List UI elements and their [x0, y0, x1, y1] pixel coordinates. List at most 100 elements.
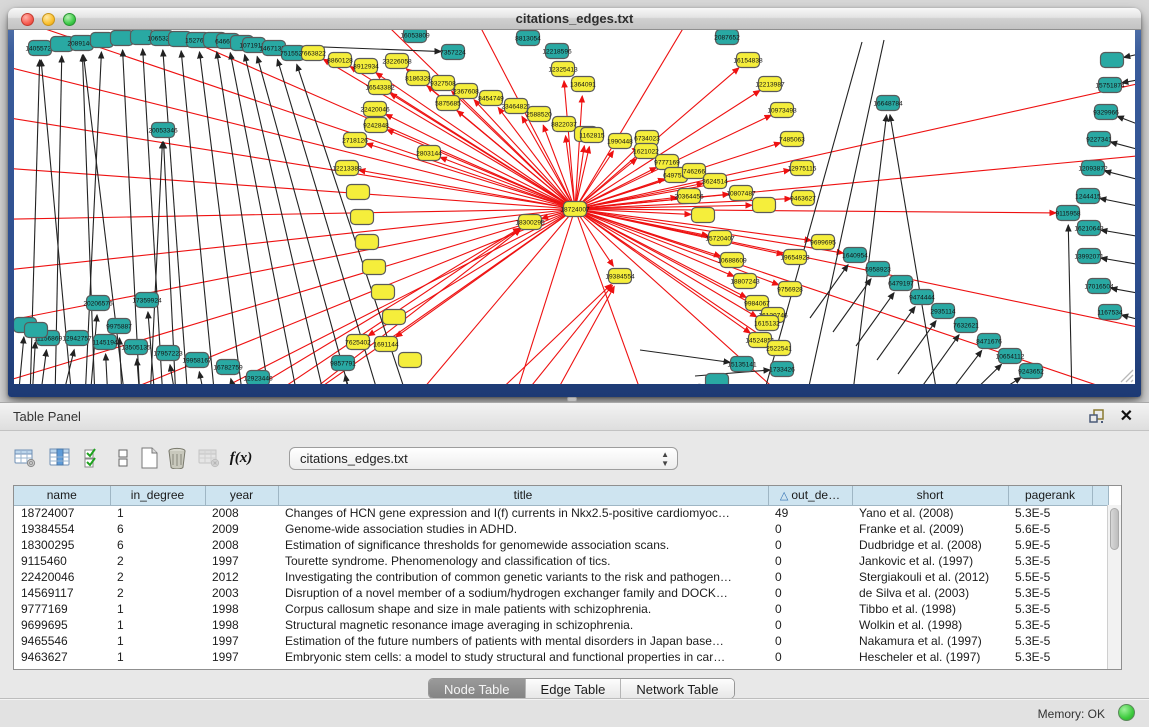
graph-edge[interactable] [986, 378, 1021, 384]
graph-edge[interactable] [552, 287, 614, 384]
graph-node[interactable]: 2803144 [416, 146, 442, 161]
graph-edge[interactable] [32, 342, 35, 384]
graph-edge[interactable] [1111, 142, 1135, 152]
graph-node[interactable]: 746266 [683, 164, 706, 179]
graph-edge[interactable] [944, 351, 982, 384]
table-row[interactable]: 1830029562008Estimation of significance … [14, 537, 1108, 553]
column-header-short[interactable]: short [852, 486, 1008, 505]
table-row[interactable]: 1872400712008Changes of HCN gene express… [14, 505, 1108, 521]
window-titlebar[interactable]: citations_edges.txt [8, 8, 1141, 30]
graph-node[interactable]: 17016504 [1084, 279, 1114, 294]
graph-node[interactable]: 9243652 [1018, 364, 1044, 379]
graph-edge[interactable] [575, 209, 660, 384]
graph-node[interactable] [399, 353, 422, 368]
graph-node[interactable]: 7625402 [345, 335, 371, 350]
graph-node[interactable]: 19654923 [780, 250, 810, 265]
graph-edge[interactable] [833, 279, 871, 332]
vertical-scrollbar[interactable] [1107, 505, 1121, 669]
graph-node[interactable]: 19384554 [605, 269, 635, 284]
graph-node[interactable]: 16648784 [873, 96, 903, 111]
graph-node[interactable]: 20364456 [674, 189, 704, 204]
graph-node[interactable]: 12923446 [243, 371, 273, 385]
graph-node[interactable]: 20053346 [148, 123, 178, 138]
graph-node[interactable] [363, 260, 386, 275]
graph-node[interactable]: 10973493 [767, 103, 797, 118]
graph-node[interactable]: 1733426 [769, 362, 795, 377]
graph-node[interactable] [383, 310, 406, 325]
graph-node[interactable]: 16210643 [1074, 221, 1104, 236]
graph-edge[interactable] [1068, 225, 1072, 384]
tab-edge-table[interactable]: Edge Table [525, 679, 621, 698]
graph-node[interactable]: 9463627 [790, 191, 816, 206]
graph-node[interactable]: 8471676 [976, 334, 1002, 349]
graph-node[interactable]: 23226058 [382, 54, 412, 69]
panel-drag-handle[interactable] [567, 397, 577, 402]
graph-node[interactable] [1101, 53, 1124, 68]
graph-node[interactable]: 9242848 [363, 118, 389, 133]
graph-node[interactable]: 1640954 [842, 248, 868, 263]
column-header-pagerank[interactable]: pagerank [1008, 486, 1092, 505]
graph-node[interactable]: 1145194 [92, 335, 118, 350]
graph-edge[interactable] [965, 364, 1001, 384]
graph-node[interactable]: 22420046 [360, 102, 390, 117]
graph-edge[interactable] [1101, 230, 1135, 238]
graph-edge[interactable] [1101, 258, 1135, 266]
graph-node[interactable]: 9699695 [810, 235, 836, 250]
table-row[interactable]: 1938455462009Genome-wide association stu… [14, 521, 1108, 537]
graph-edge[interactable] [199, 372, 205, 384]
graph-node[interactable]: 1691144 [373, 337, 399, 352]
graph-edge[interactable] [877, 307, 915, 360]
graph-edge[interactable] [890, 115, 938, 384]
graph-node[interactable] [356, 235, 379, 250]
graph-node[interactable]: 13992071 [1074, 249, 1104, 264]
graph-node[interactable]: 1244415 [1075, 189, 1101, 204]
delete-table-icon[interactable] [164, 445, 190, 471]
graph-node[interactable]: 12213389 [332, 161, 362, 176]
row-height-icon[interactable] [110, 445, 136, 471]
graph-node[interactable]: 1364091 [570, 77, 596, 92]
column-header-year[interactable]: year [205, 486, 278, 505]
graph-node[interactable]: 7485063 [779, 132, 805, 147]
graph-node[interactable]: 15751874 [1095, 78, 1125, 93]
graph-node[interactable]: 7663822 [300, 46, 326, 61]
graph-node[interactable]: 16154838 [733, 53, 763, 68]
graph-node[interactable]: 8454749 [478, 91, 504, 106]
graph-edge[interactable] [1124, 52, 1135, 57]
graph-node[interactable]: 9329966 [1093, 105, 1119, 120]
graph-node[interactable]: 12325413 [548, 62, 578, 77]
graph-node[interactable]: 19958167 [182, 353, 212, 368]
graph-node[interactable]: 15720407 [705, 231, 735, 246]
tab-network-table[interactable]: Network Table [620, 679, 733, 698]
table-row[interactable]: 969969511998Structural magnetic resonanc… [14, 617, 1108, 633]
close-panel-icon[interactable]: ✕ [1120, 406, 1133, 426]
graph-edge[interactable] [575, 209, 1135, 340]
graph-node[interactable] [372, 285, 395, 300]
graph-node[interactable]: 10654112 [996, 349, 1025, 364]
row-selection-icon[interactable] [80, 445, 106, 471]
graph-edge[interactable] [1122, 315, 1135, 322]
graph-node[interactable]: 18807243 [730, 274, 760, 289]
tab-node-table[interactable]: Node Table [429, 679, 525, 698]
graph-node[interactable]: 12093872 [1078, 161, 1108, 176]
graph-node[interactable]: 5958923 [865, 262, 891, 277]
resize-grip-icon[interactable] [1118, 367, 1134, 383]
graph-node[interactable]: 12218596 [542, 44, 572, 59]
table-row[interactable]: 946362711997Embryonic stem cells: a mode… [14, 649, 1108, 665]
graph-node[interactable]: 2935114 [930, 304, 956, 319]
table-settings-icon[interactable] [12, 445, 38, 471]
graph-node[interactable] [692, 208, 715, 223]
graph-node[interactable]: 6479197 [888, 276, 914, 291]
graph-node[interactable]: 9474444 [909, 290, 935, 305]
graph-node[interactable]: 7357224 [440, 45, 466, 60]
graph-node[interactable] [753, 198, 776, 213]
table-row[interactable]: 946554611997Estimation of the future num… [14, 633, 1108, 649]
graph-edge[interactable] [806, 40, 884, 384]
graph-edge[interactable] [386, 114, 575, 209]
graph-node[interactable]: 1162815 [579, 128, 605, 143]
graph-edge[interactable] [1111, 288, 1135, 295]
graph-edge[interactable] [898, 321, 936, 374]
table-row[interactable]: 2242004622012Investigating the contribut… [14, 569, 1108, 585]
graph-node[interactable] [25, 323, 48, 338]
graph-edge[interactable] [14, 209, 575, 275]
graph-node[interactable]: 9227341 [1086, 132, 1112, 147]
